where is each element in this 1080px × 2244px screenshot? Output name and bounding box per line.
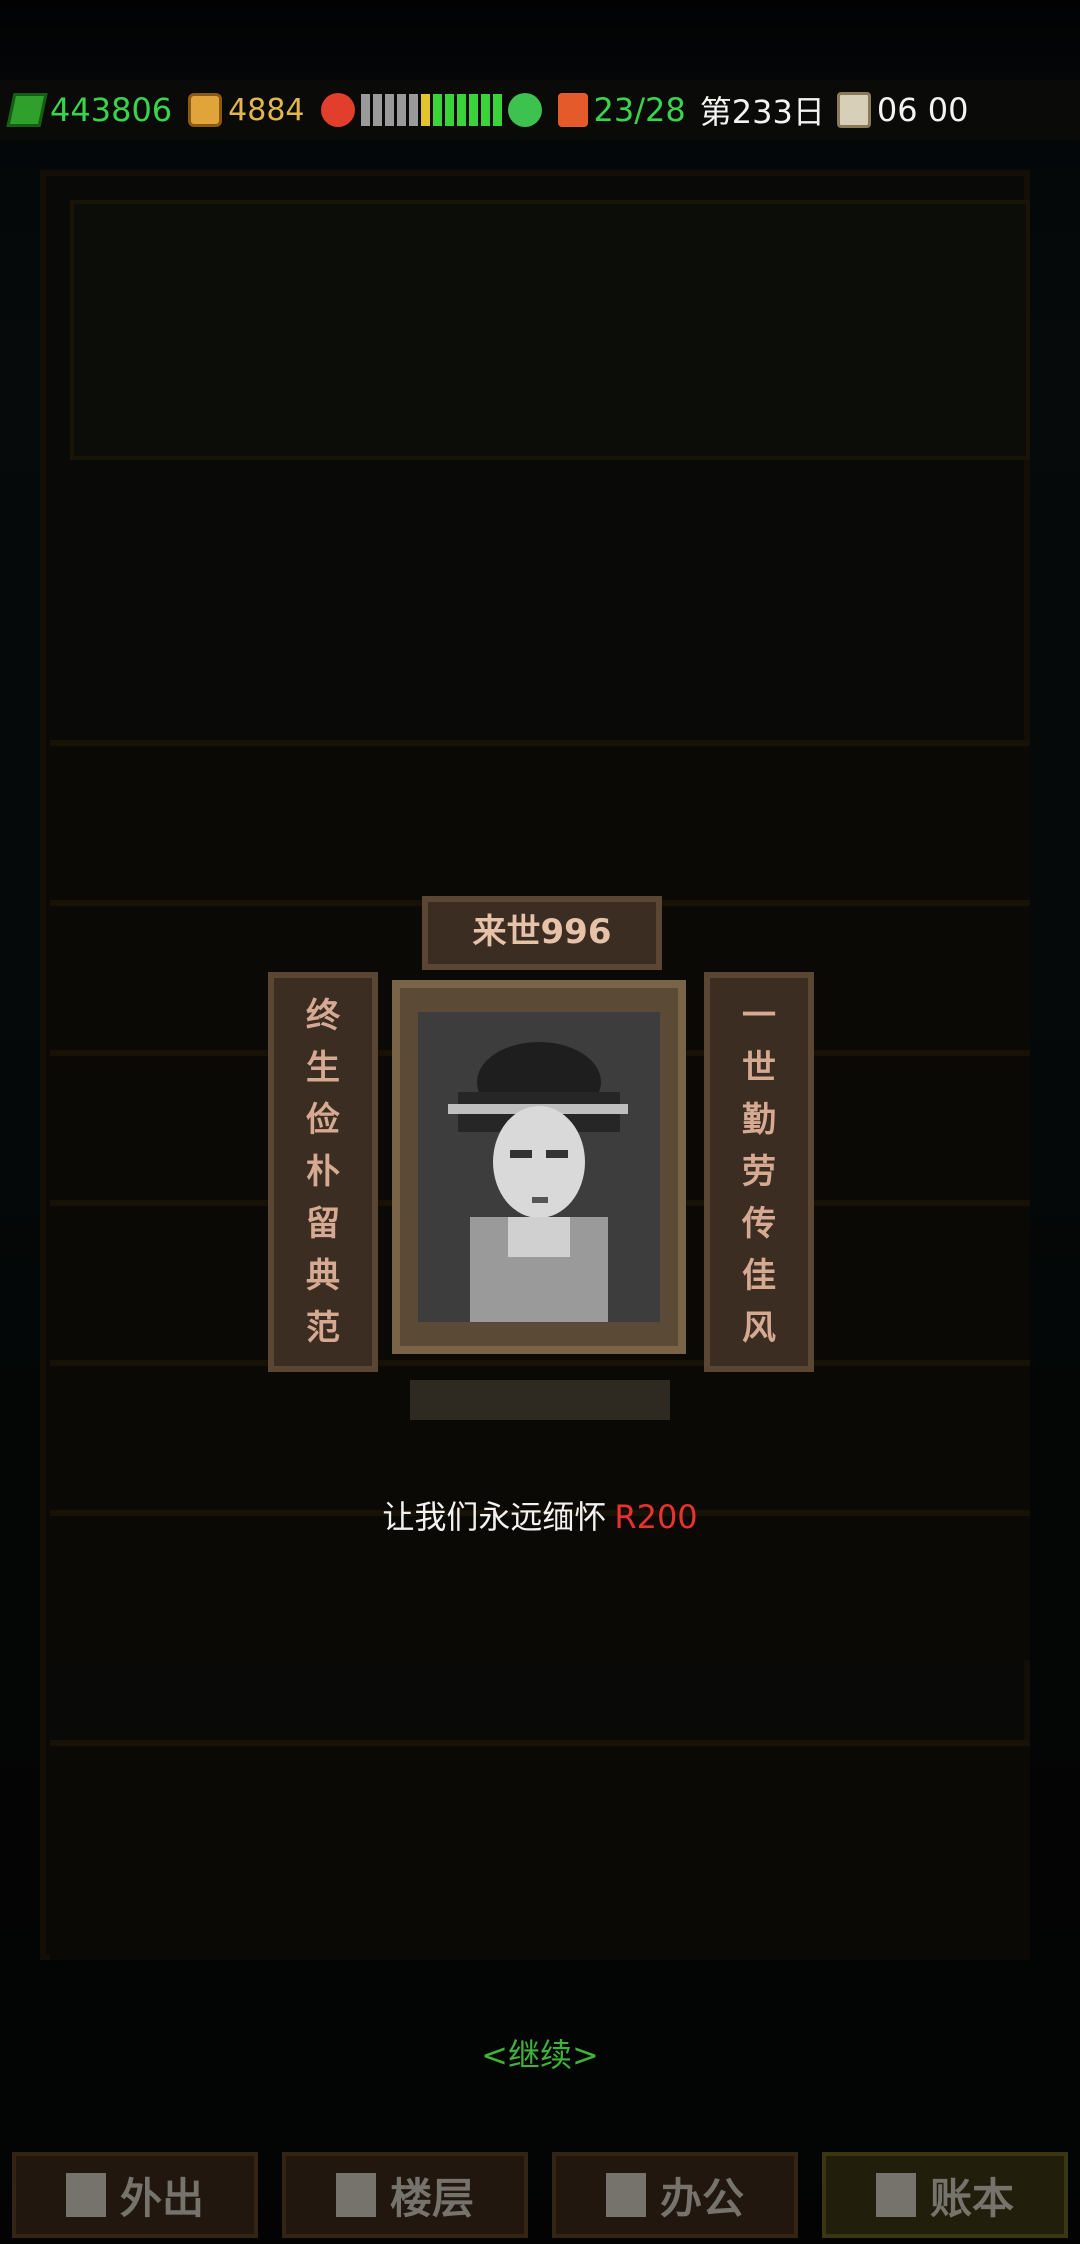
right-couplet-char: 一 xyxy=(742,996,776,1036)
floors-icon xyxy=(335,2173,376,2217)
incense-altar xyxy=(410,1380,670,1420)
mood-meter-bars xyxy=(360,94,502,126)
mood-meter-bar xyxy=(384,94,394,126)
tab-floors-label: 楼层 xyxy=(389,2173,474,2223)
mood-meter-bar xyxy=(468,94,478,126)
bottom-tab-bar: 外出 楼层 办公 账本 xyxy=(0,2152,1080,2244)
angry-face-icon xyxy=(320,93,355,127)
memorial-portrait-frame xyxy=(392,980,686,1354)
tab-go-out[interactable]: 外出 xyxy=(12,2152,258,2238)
time-stat: 06 00 xyxy=(836,91,969,129)
memorial-message: 让我们永远缅怀 R200 xyxy=(0,1492,1080,1538)
mood-meter-bar xyxy=(456,94,466,126)
left-couplet-char: 生 xyxy=(306,1048,340,1088)
right-couplet-char: 风 xyxy=(742,1308,776,1348)
resident-count: 23/28 xyxy=(593,91,686,129)
mood-meter-bar xyxy=(432,94,442,126)
tab-office-label: 办公 xyxy=(659,2173,744,2223)
left-couplet-char: 俭 xyxy=(306,1100,340,1140)
mood-meter-bar xyxy=(444,94,454,126)
portrait-image xyxy=(418,1012,660,1322)
tab-ledger[interactable]: 账本 xyxy=(822,2152,1068,2238)
mood-meter-bar xyxy=(408,94,418,126)
mood-meter-bar xyxy=(480,94,490,126)
time-value: 06 00 xyxy=(876,91,969,129)
happy-face-icon xyxy=(507,93,542,127)
right-couplet-char: 传 xyxy=(742,1204,776,1244)
door-icon xyxy=(65,2173,106,2217)
left-couplet-char: 典 xyxy=(306,1256,340,1296)
coin-value: 4884 xyxy=(228,92,305,128)
continue-button[interactable]: <继续> xyxy=(0,2030,1080,2076)
mood-meter-bar xyxy=(360,94,370,126)
right-couplet-banner: 一世勤劳传佳风 xyxy=(704,972,814,1372)
memorial-message-text: 让我们永远缅怀 xyxy=(382,1498,607,1536)
resident-stat: 23/28 xyxy=(557,91,686,129)
mood-meter-bar xyxy=(492,94,502,126)
right-couplet-char: 世 xyxy=(742,1048,776,1088)
right-couplet-char: 劳 xyxy=(742,1152,776,1192)
tab-ledger-label: 账本 xyxy=(929,2173,1014,2223)
book-icon xyxy=(605,2173,646,2217)
right-couplet-char: 佳 xyxy=(742,1256,776,1296)
left-couplet-char: 终 xyxy=(306,996,340,1036)
left-couplet-banner: 终生俭朴留典范 xyxy=(268,972,378,1372)
hud-bar: 443806 4884 23/28 第233日 06 00 xyxy=(0,80,1080,140)
mood-meter xyxy=(320,93,542,127)
geisha-portrait-icon xyxy=(418,1012,660,1322)
money-value: 443806 xyxy=(50,91,173,129)
ledger-icon xyxy=(875,2173,916,2217)
right-couplet-char: 勤 xyxy=(742,1100,776,1140)
tab-floors[interactable]: 楼层 xyxy=(282,2152,528,2238)
coin-icon xyxy=(188,93,223,127)
left-couplet-char: 范 xyxy=(306,1308,340,1348)
resident-icon xyxy=(557,93,588,127)
coin-stat: 4884 xyxy=(188,92,305,128)
money-stat: 443806 xyxy=(6,91,173,129)
clock-icon xyxy=(836,92,871,128)
mood-meter-bar xyxy=(420,94,430,126)
mood-meter-bar xyxy=(396,94,406,126)
tab-office[interactable]: 办公 xyxy=(552,2152,798,2238)
mood-meter-bar xyxy=(372,94,382,126)
day-label: 第233日 xyxy=(699,93,825,131)
left-couplet-char: 留 xyxy=(306,1204,340,1244)
memorial-name-plaque: 来世996 xyxy=(422,896,662,970)
left-couplet-char: 朴 xyxy=(306,1152,340,1192)
day-stat: 第233日 xyxy=(700,87,825,133)
tab-go-out-label: 外出 xyxy=(119,2173,204,2223)
money-icon xyxy=(6,93,48,127)
memorial-price: R200 xyxy=(614,1498,698,1536)
